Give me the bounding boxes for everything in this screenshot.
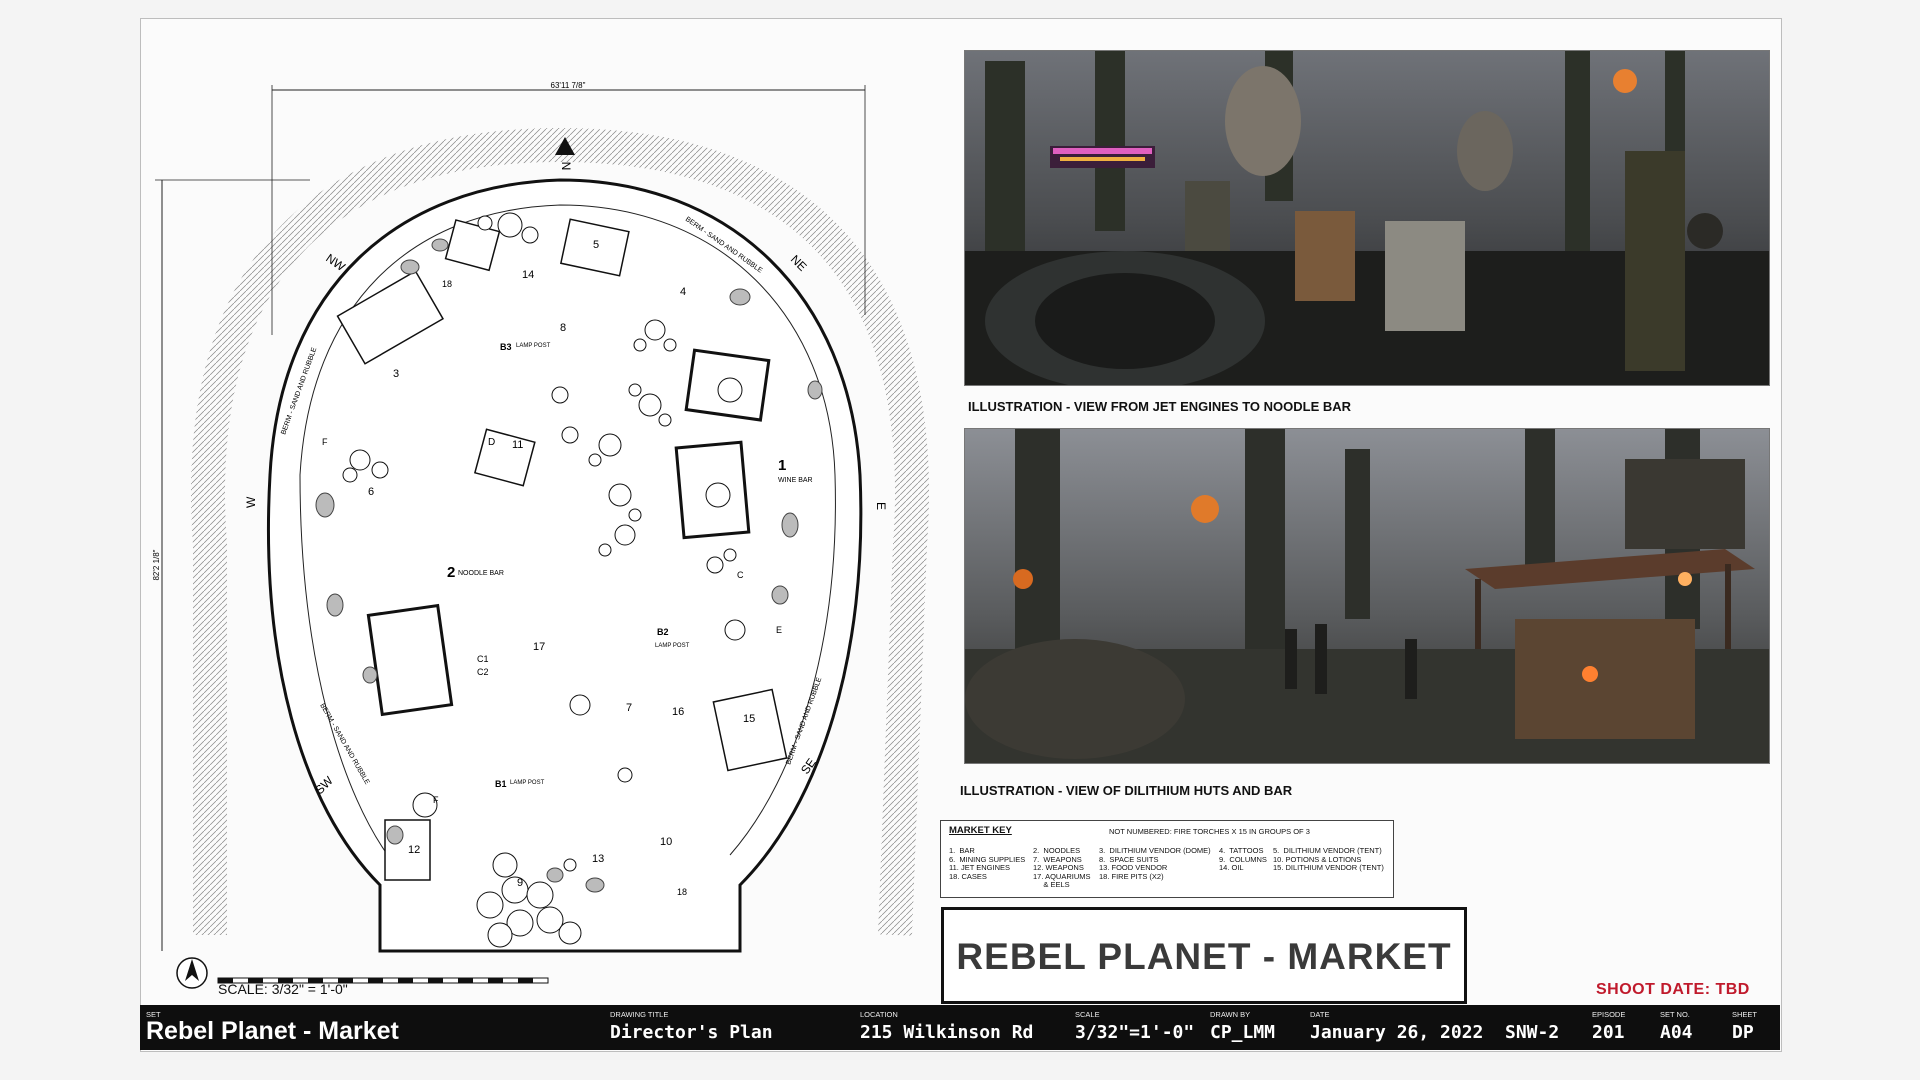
market-key-col-3: 3. DILITHIUM VENDOR (DOME) 8. SPACE SUIT… bbox=[1099, 846, 1211, 881]
vendor-15: 15 bbox=[743, 713, 755, 725]
tb-set-value: Rebel Planet - Market bbox=[146, 1017, 399, 1045]
tb-drawn-value: CP_LMM bbox=[1210, 1022, 1276, 1043]
vendor-3: 3 bbox=[393, 368, 399, 380]
vendor-12: 12 bbox=[408, 844, 420, 856]
market-key-note: NOT NUMBERED: FIRE TORCHES X 15 IN GROUP… bbox=[1109, 827, 1310, 836]
tb-episode-value: 201 bbox=[1592, 1022, 1625, 1043]
vendor-7: 7 bbox=[626, 702, 632, 714]
vendor-8: 8 bbox=[560, 322, 566, 334]
lamp-post-b2: B2 bbox=[657, 627, 669, 637]
tb-scale-label: SCALE bbox=[1075, 1010, 1100, 1019]
vendor-16: 16 bbox=[672, 706, 684, 718]
tb-drawing-value: Director's Plan bbox=[610, 1022, 773, 1043]
tb-sheet-value: DP bbox=[1732, 1022, 1754, 1043]
marker-f: F bbox=[322, 437, 328, 447]
lamp-post-b1: B1 bbox=[495, 779, 507, 789]
area-1-label: WINE BAR bbox=[778, 477, 813, 484]
lamp-post-b2-label: LAMP POST bbox=[655, 643, 690, 649]
tb-scale-value: 3/32"=1'-0" bbox=[1075, 1022, 1195, 1043]
compass-ne: NE bbox=[788, 252, 810, 274]
marker-c2: C2 bbox=[477, 667, 489, 677]
vendor-18: 18 bbox=[442, 279, 452, 289]
compass-n: N bbox=[559, 162, 573, 171]
tb-sheet-label: SHEET bbox=[1732, 1010, 1758, 1019]
title-box-text: REBEL PLANET - MARKET bbox=[956, 936, 1452, 977]
tb-drawing-label: DRAWING TITLE bbox=[610, 1010, 669, 1019]
lamp-post-b3: B3 bbox=[500, 342, 512, 352]
vendor-17: 17 bbox=[533, 641, 545, 653]
area-2-label: NOODLE BAR bbox=[458, 570, 504, 577]
vendor-5: 5 bbox=[593, 239, 599, 251]
tb-date-value: January 26, 2022 bbox=[1310, 1022, 1484, 1043]
market-key-col-5: 5. DILITHIUM VENDOR (TENT) 10. POTIONS &… bbox=[1273, 846, 1384, 872]
market-key-col-2: 2. NOODLES 7. WEAPONS 12. WEAPONS 17. AQ… bbox=[1033, 846, 1091, 889]
dim-side-label: 82'2 1/8" bbox=[152, 549, 161, 580]
shoot-date: SHOOT DATE: TBD bbox=[1596, 981, 1750, 998]
tb-location-label: LOCATION bbox=[860, 1010, 898, 1019]
tb-episode-label: EPISODE bbox=[1592, 1010, 1626, 1019]
vendor-10: 10 bbox=[660, 836, 672, 848]
market-key-col-1: 1. BAR 6. MINING SUPPLIES 11. JET ENGINE… bbox=[949, 846, 1026, 881]
vendor-14: 14 bbox=[522, 269, 534, 281]
illustration-jet-engines bbox=[964, 50, 1770, 386]
tb-code-value: SNW-2 bbox=[1505, 1022, 1560, 1043]
lamp-post-b1-label: LAMP POST bbox=[510, 780, 545, 786]
tb-location-value: 215 Wilkinson Rd bbox=[860, 1022, 1034, 1043]
marker-e: E bbox=[776, 625, 782, 635]
vendor-18b: 18 bbox=[677, 887, 687, 897]
tb-drawn-label: DRAWN BY bbox=[1210, 1010, 1251, 1019]
vendor-9: 9 bbox=[517, 877, 523, 889]
area-1-number: 1 bbox=[778, 457, 786, 474]
floor-plan: 63'11 7/8" 82'2 1/8" N NE E SE SW W NW B… bbox=[152, 81, 929, 989]
vendor-11: 11 bbox=[512, 439, 523, 451]
vendor-4: 4 bbox=[680, 286, 686, 298]
area-2-number: 2 bbox=[447, 564, 455, 581]
vendor-6: 6 bbox=[368, 486, 374, 498]
dim-top-label: 63'11 7/8" bbox=[551, 81, 586, 90]
floor-outline bbox=[267, 178, 863, 953]
marker-d: D bbox=[488, 437, 495, 448]
title-box: REBEL PLANET - MARKET bbox=[941, 907, 1467, 1004]
market-key-title: MARKET KEY bbox=[949, 825, 1012, 836]
illustration-dilithium-huts bbox=[964, 428, 1770, 764]
marker-c1: C1 bbox=[477, 654, 489, 664]
scale-label: SCALE: 3/32" = 1'-0" bbox=[218, 981, 348, 997]
lamp-post-b3-label: LAMP POST bbox=[516, 343, 551, 349]
marker-c: C bbox=[737, 570, 744, 580]
title-block: SET Rebel Planet - Market DRAWING TITLE … bbox=[140, 1005, 1780, 1050]
market-key: MARKET KEY NOT NUMBERED: FIRE TORCHES X … bbox=[940, 820, 1394, 898]
compass-e: E bbox=[874, 502, 888, 510]
tb-setno-value: A04 bbox=[1660, 1022, 1693, 1043]
tb-setno-label: SET NO. bbox=[1660, 1010, 1690, 1019]
tb-date-label: DATE bbox=[1310, 1010, 1330, 1019]
caption-jet-engines: ILLUSTRATION - VIEW FROM JET ENGINES TO … bbox=[968, 399, 1352, 414]
compass-w: W bbox=[244, 496, 258, 508]
market-key-col-4: 4. TATTOOS 9. COLUMNS 14. OIL bbox=[1219, 846, 1267, 872]
vendor-13: 13 bbox=[592, 853, 604, 865]
caption-dilithium-huts: ILLUSTRATION - VIEW OF DILITHIUM HUTS AN… bbox=[960, 783, 1293, 798]
marker-f2: F bbox=[433, 795, 439, 805]
